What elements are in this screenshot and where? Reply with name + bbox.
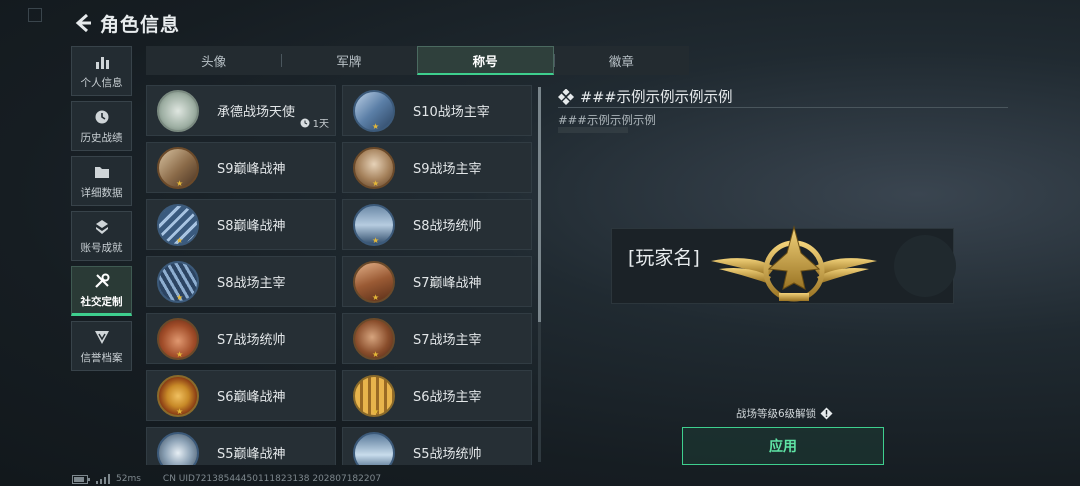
title-preview: [玩家名]: [611, 225, 956, 304]
page-title: 角色信息: [100, 13, 181, 36]
title-card[interactable]: 承德战场天使 1天: [146, 85, 336, 136]
shield-icon: [93, 328, 111, 346]
unlock-hint-text: 战场等级6级解锁: [736, 408, 817, 420]
title-card[interactable]: ★ S8战场统帅: [342, 199, 532, 250]
nav-label: 账号成就: [80, 241, 123, 254]
tab-title[interactable]: 称号: [416, 46, 554, 75]
tank-badge-icon: ★: [353, 203, 395, 246]
boat-badge-icon: ★: [353, 431, 395, 465]
title-card[interactable]: ★ S7战场统帅: [146, 313, 336, 364]
scrollbar-thumb[interactable]: [538, 87, 541, 322]
tower-badge-icon: ★: [157, 260, 199, 303]
nav-label: 信誉档案: [80, 351, 123, 364]
stripes-badge-icon: ★: [157, 203, 199, 246]
nav-item-personal-info[interactable]: 个人信息: [71, 46, 132, 96]
bar-chart-icon: [93, 53, 111, 71]
detail-title-text: ###示例示例示例示例: [580, 90, 733, 106]
rifle-badge-icon: ★: [353, 260, 395, 303]
nav-label: 历史战绩: [80, 131, 123, 144]
nav-label: 个人信息: [80, 76, 123, 89]
title-label: S6巅峰战神: [217, 390, 286, 405]
side-nav: 个人信息 历史战绩 详细数据 账号成就 社交定制 信誉档案: [71, 46, 133, 376]
title-card[interactable]: ★ S5战场统帅: [342, 427, 532, 465]
corner-decoration: [28, 8, 42, 22]
player-name: [玩家名]: [628, 247, 700, 269]
gasmask-badge-icon: ★: [157, 431, 199, 465]
title-label: S8巅峰战神: [217, 219, 286, 234]
clock-icon: [300, 118, 310, 127]
title-card[interactable]: ★ S6战场主宰: [342, 370, 532, 421]
battery-icon: [72, 474, 90, 484]
nav-label: 社交定制: [80, 295, 123, 308]
divider: [558, 107, 1008, 108]
title-card[interactable]: ★ S7巅峰战神: [342, 256, 532, 307]
achievement-icon: [93, 218, 111, 236]
tab-emblem[interactable]: 徽章: [553, 46, 689, 75]
title-card[interactable]: ★ S7战场主宰: [342, 313, 532, 364]
folder-icon: [93, 163, 111, 181]
detail-subtitle: ###示例示例示例: [558, 113, 656, 127]
diamond-icon: [558, 88, 575, 105]
title-label: S5巅峰战神: [217, 447, 286, 462]
title-card[interactable]: ★ S8巅峰战神: [146, 199, 336, 250]
soldier-badge-icon: ★: [353, 317, 395, 360]
title-label: S9战场主宰: [413, 162, 482, 177]
explosion-badge-icon: ★: [353, 146, 395, 189]
back-arrow-icon: [75, 13, 91, 33]
title-label: S10战场主宰: [413, 105, 490, 120]
title-label: S7巅峰战神: [413, 276, 482, 291]
ruins-badge-icon: ★: [157, 146, 199, 189]
title-grid: 承德战场天使 1天 ★ S10战场主宰 ★ S9巅峰战神 ★ S9战场主宰 ★ …: [146, 85, 532, 465]
detail-placeholder-text: [558, 127, 628, 133]
title-label: S5战场统帅: [413, 447, 482, 462]
title-label: 承德战场天使: [217, 105, 296, 120]
nav-item-history[interactable]: 历史战绩: [71, 101, 132, 151]
nav-item-social-custom[interactable]: 社交定制: [71, 266, 132, 316]
tank2-badge-icon: ★: [157, 317, 199, 360]
ping-text: 52ms: [116, 474, 141, 484]
apply-button[interactable]: 应用: [682, 427, 884, 465]
uid-text: CN UID721385444501118231​38 202807182207: [162, 474, 382, 484]
clock-icon: [93, 108, 111, 126]
title-card[interactable]: ★ S8战场主宰: [146, 256, 336, 307]
title-card[interactable]: ★ S9战场主宰: [342, 142, 532, 193]
category-tabs: 头像 军牌 称号 徽章: [146, 46, 689, 75]
title-card[interactable]: ★ S6巅峰战神: [146, 370, 336, 421]
title-label: S6战场主宰: [413, 390, 482, 405]
back-button[interactable]: [70, 10, 96, 36]
preview-decoration: [894, 235, 956, 297]
nav-label: 详细数据: [80, 186, 123, 199]
title-card[interactable]: ★ S5巅峰战神: [146, 427, 336, 465]
tab-avatar[interactable]: 头像: [146, 46, 281, 75]
unlock-hint: 战场等级6级解锁: [736, 406, 833, 421]
nav-item-credit-record[interactable]: 信誉档案: [71, 321, 132, 371]
timer-text: 1天: [312, 119, 329, 130]
title-card[interactable]: ★ S9巅峰战神: [146, 142, 336, 193]
title-label: S8战场主宰: [217, 276, 286, 291]
title-label: S7战场统帅: [217, 333, 286, 348]
title-label: S9巅峰战神: [217, 162, 286, 177]
nav-item-detail-data[interactable]: 详细数据: [71, 156, 132, 206]
ammo-badge-icon: ★: [353, 374, 395, 417]
status-footer: 52ms CN UID721385444501118231​38 2028071…: [72, 474, 389, 484]
title-label: S7战场主宰: [413, 333, 482, 348]
title-card[interactable]: ★ S10战场主宰: [342, 85, 532, 136]
tools-icon: [93, 272, 111, 290]
winged-jet-emblem-icon: [711, 225, 877, 302]
info-icon[interactable]: [820, 407, 833, 420]
angel-badge-icon: [157, 89, 199, 132]
t-shield-badge-icon: ★: [157, 374, 199, 417]
nav-item-achievements[interactable]: 账号成就: [71, 211, 132, 261]
page-header: 角色信息: [70, 8, 180, 38]
building-badge-icon: ★: [353, 89, 395, 132]
signal-icon: [96, 474, 110, 484]
tab-dog-tag[interactable]: 军牌: [281, 46, 416, 75]
detail-title: ###示例示例示例示例: [558, 86, 732, 107]
expiry-timer: 1天: [300, 115, 329, 130]
title-label: S8战场统帅: [413, 219, 482, 234]
